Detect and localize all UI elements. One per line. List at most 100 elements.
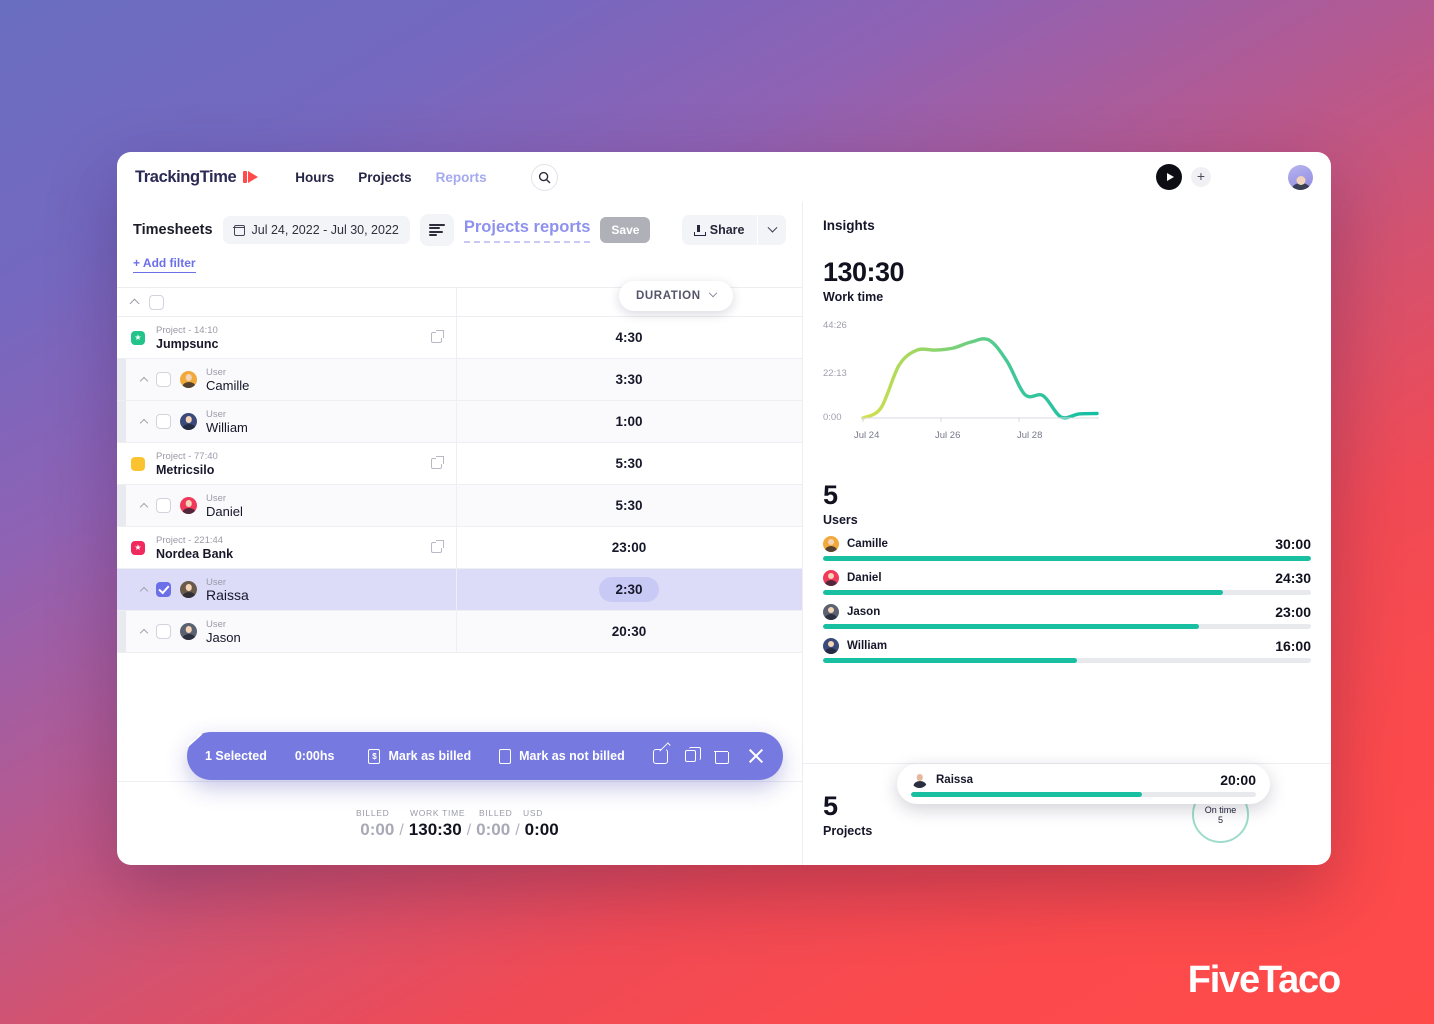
brand-logo[interactable]: TrackingTime <box>135 168 259 187</box>
table-row[interactable]: User William 1:00 <box>117 401 802 443</box>
copy-icon[interactable] <box>684 747 701 762</box>
user-bar-value: 30:00 <box>1275 536 1311 552</box>
timesheets-table: DURATION ★ Project - 14:10 Jumpsunc 4:30 Use… <box>117 281 802 653</box>
table-row[interactable]: User Camille 3:30 <box>117 359 802 401</box>
collapse-row-icon[interactable] <box>139 376 149 386</box>
plus-icon[interactable]: + <box>1191 167 1211 187</box>
collapse-row-icon[interactable] <box>139 586 149 596</box>
on-time-value: 5 <box>1217 814 1223 825</box>
report-name-field[interactable]: Projects reports <box>463 218 591 243</box>
totals-value-billed-1: 0:00 <box>360 819 395 839</box>
edit-icon[interactable] <box>652 748 668 764</box>
row-indent-strip <box>117 359 126 400</box>
table-row-name: Jason <box>206 629 241 645</box>
row-checkbox[interactable] <box>156 372 171 387</box>
table-row-type: User <box>206 576 227 588</box>
add-filter-button[interactable]: + Add filter <box>133 256 196 273</box>
user-bar-track <box>823 590 1311 595</box>
timesheets-pane: Timesheets Jul 24, 2022 - Jul 30, 2022 P… <box>117 202 803 865</box>
totals-label-billed-2: BILLED <box>479 807 513 818</box>
user-bar-item[interactable]: Camille 30:00 <box>823 536 1311 561</box>
select-all-checkbox[interactable] <box>149 294 164 310</box>
totals-values: 0:00 / 130:30 / 0:00 / 0:00 <box>360 820 558 840</box>
table-row-name: Daniel <box>206 503 243 519</box>
user-bar-value: 23:00 <box>1275 604 1311 620</box>
table-row-type: Project - 221:44 <box>156 534 224 546</box>
duration-column-sort[interactable]: DURATION <box>619 281 733 311</box>
user-bar-item[interactable]: William 16:00 <box>823 638 1311 663</box>
table-row-duration-cell: 5:30 <box>456 456 802 471</box>
table-row[interactable]: ★ Project - 14:10 Jumpsunc 4:30 <box>117 317 802 359</box>
user-hover-card[interactable]: Raissa 20:00 <box>897 764 1270 804</box>
users-count: 5 <box>823 480 838 510</box>
user-bar-name: William <box>847 640 888 652</box>
nav-item-hours[interactable]: Hours <box>295 170 334 185</box>
row-checkbox[interactable] <box>156 624 171 639</box>
date-range-picker[interactable]: Jul 24, 2022 - Jul 30, 2022 <box>222 216 410 244</box>
mark-as-billed-button[interactable]: $ Mark as billed <box>368 748 471 764</box>
save-button[interactable]: Save <box>600 217 651 243</box>
nav-item-reports[interactable]: Reports <box>436 170 487 185</box>
row-indent-strip <box>117 401 126 442</box>
table-row-duration-cell: 3:30 <box>456 372 802 387</box>
avatar[interactable] <box>1288 164 1313 190</box>
avatar <box>823 604 839 620</box>
mark-as-not-billed-label: Mark as not billed <box>519 749 625 763</box>
mark-as-not-billed-button[interactable]: Mark as not billed <box>499 748 625 764</box>
row-checkbox[interactable] <box>156 498 171 513</box>
totals-value-usd: 0:00 <box>524 819 559 839</box>
table-row-type: Project - 77:40 <box>156 450 218 462</box>
close-icon[interactable] <box>747 747 765 765</box>
trash-icon[interactable] <box>713 749 729 764</box>
avatar <box>823 638 839 654</box>
collapse-all-icon[interactable] <box>129 298 140 309</box>
nav-item-projects[interactable]: Projects <box>358 170 411 185</box>
users-label: Users <box>823 513 858 527</box>
watermark: FiveTaco <box>1187 959 1342 1001</box>
projects-label: Projects <box>823 824 873 838</box>
open-external-icon[interactable] <box>431 329 444 343</box>
table-row-type: User <box>206 408 227 420</box>
user-bar-item[interactable]: Jason 23:00 <box>823 604 1311 629</box>
table-row-label-cell: User Jason <box>117 611 457 652</box>
table-row[interactable]: ★ Project - 221:44 Nordea Bank 23:00 <box>117 527 802 569</box>
brand-name: TrackingTime <box>135 167 237 186</box>
avatar <box>180 497 197 514</box>
chevron-down-icon <box>708 288 717 298</box>
avatar <box>180 581 197 598</box>
row-checkbox[interactable] <box>156 582 171 597</box>
date-range-label: Jul 24, 2022 - Jul 30, 2022 <box>251 223 399 237</box>
row-indent-strip <box>117 485 126 526</box>
table-row[interactable]: User Daniel 5:30 <box>117 485 802 527</box>
table-row-name: Metricsilo <box>156 462 215 477</box>
user-bar-value: 16:00 <box>1275 638 1311 654</box>
collapse-row-icon[interactable] <box>139 418 149 428</box>
row-checkbox[interactable] <box>156 414 171 429</box>
selected-count-label: 1 Selected <box>205 749 267 763</box>
selected-hours-label: 0:00hs <box>294 749 335 763</box>
open-external-icon[interactable] <box>431 455 444 469</box>
open-external-icon[interactable] <box>431 539 444 553</box>
search-icon[interactable] <box>530 163 558 191</box>
chart-line <box>861 337 1099 422</box>
table-row-name: William <box>206 419 248 435</box>
work-time-value: 130:30 <box>823 257 905 287</box>
table-row[interactable]: Project - 77:40 Metricsilo 5:30 <box>117 443 802 485</box>
share-button[interactable]: Share <box>681 215 757 245</box>
user-bar-item[interactable]: Daniel 24:30 <box>823 570 1311 595</box>
table-row-type: User <box>206 618 227 630</box>
collapse-row-icon[interactable] <box>139 502 149 512</box>
table-row[interactable]: User Raissa 2:30 <box>117 569 802 611</box>
table-row[interactable]: User Jason 20:30 <box>117 611 802 653</box>
share-dropdown-button[interactable] <box>758 215 786 245</box>
table-row-duration: 1:00 <box>615 414 643 429</box>
collapse-row-icon[interactable] <box>139 628 149 638</box>
group-by-button[interactable] <box>419 214 454 246</box>
table-row-name: Jumpsunc <box>156 336 219 351</box>
project-color-swatch: ★ <box>131 330 145 345</box>
totals-footer: BILLED WORK TIME BILLED USD 0:00 / 130:3… <box>117 781 802 865</box>
table-row-duration: 2:30 <box>599 577 659 602</box>
table-row-duration-cell: 2:30 <box>456 577 802 602</box>
play-icon[interactable] <box>1156 164 1182 190</box>
totals-label-work-time: WORK TIME <box>410 807 466 818</box>
